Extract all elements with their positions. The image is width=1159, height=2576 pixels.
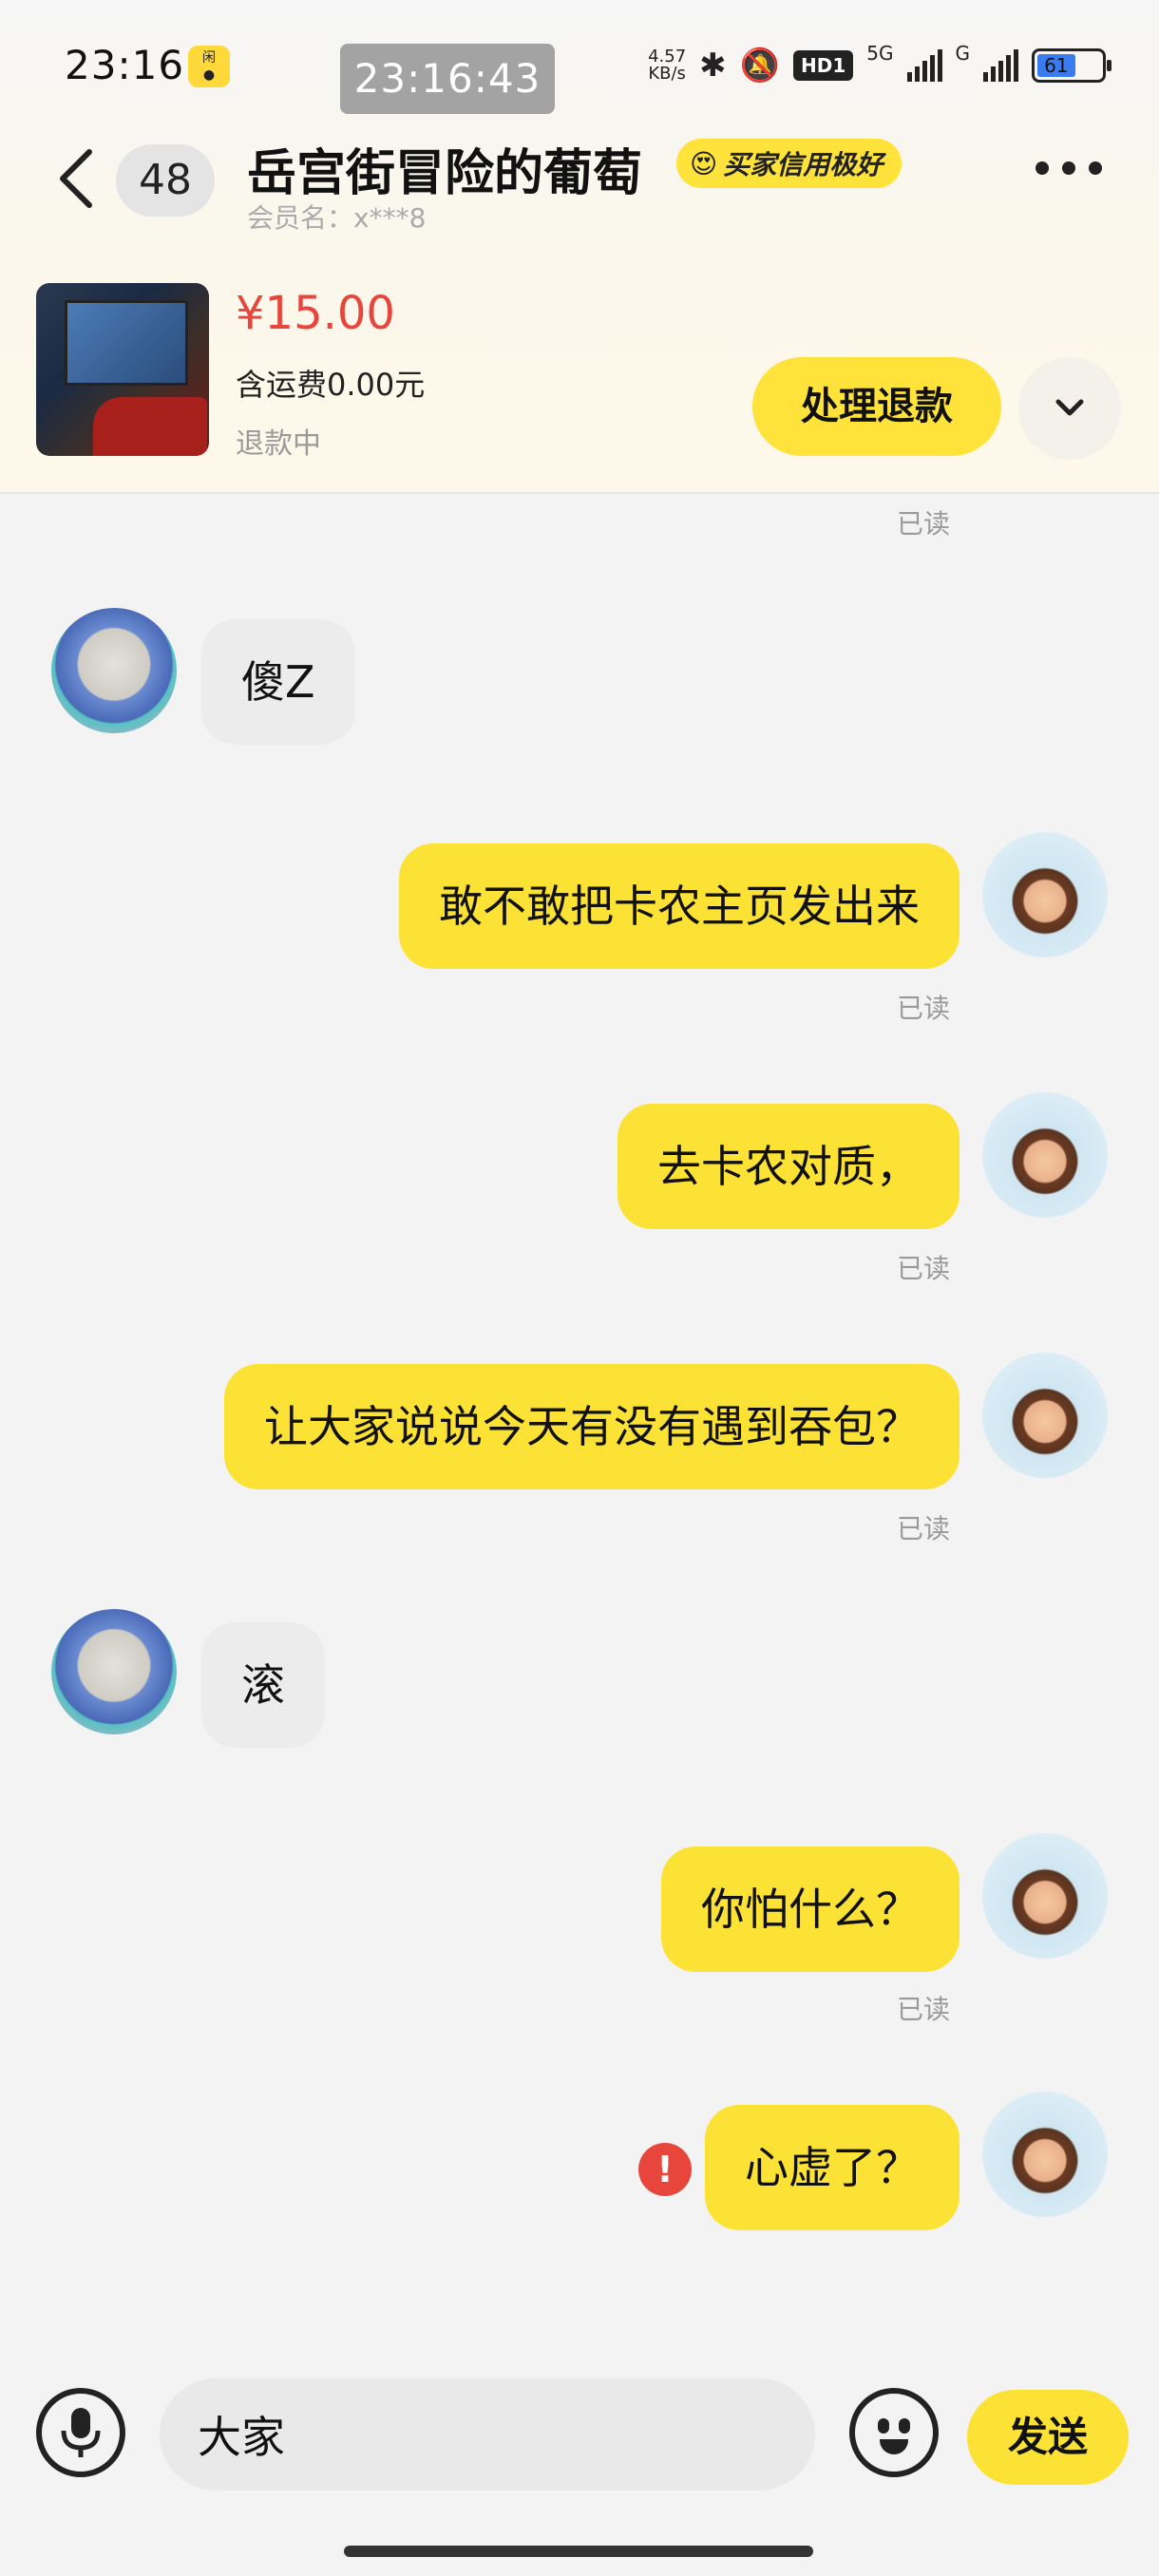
read-receipt: 已读 [897,993,951,1024]
voice-input-button[interactable] [36,2388,125,2477]
credit-badge-label: 买家信用极好 [723,149,884,180]
peer-name: 岳宫街冒险的葡萄 [247,145,643,202]
message-bubble[interactable]: 滚 [201,1622,325,1748]
signal-icon [906,49,942,82]
member-name: 会员名：x***8 [247,202,427,234]
hd-badge: HD1 [793,50,854,81]
mute-icon: 🔕 [739,47,780,85]
message-bubble[interactable]: 去卡农对质， [618,1104,960,1229]
status-icons: 4.57 KB/s ✱ 🔕 HD1 5G G 61 [648,42,1112,89]
network-speed: 4.57 KB/s [648,47,687,84]
self-avatar[interactable] [982,2092,1108,2217]
expand-order-button[interactable] [1018,357,1121,460]
more-icon-dot [1062,161,1075,175]
battery-icon: 61 [1032,48,1112,83]
message-bubble[interactable]: 傻Z [201,619,355,745]
order-shipping: 含运费0.00元 [236,367,426,403]
bluetooth-icon: ✱ [699,47,727,85]
more-icon-dot [1089,161,1102,175]
status-time: 23:16 [65,42,185,88]
error-icon[interactable]: ! [638,2143,692,2196]
battery-level: 61 [1037,54,1075,77]
read-receipt: 已读 [897,508,951,540]
microphone-icon [61,2408,101,2457]
signal-label-5g: 5G [866,42,894,65]
signal-icon-2 [983,49,1018,82]
product-thumbnail[interactable] [36,283,209,456]
clock-overlay: 23:16:43 [340,44,555,114]
message-bubble[interactable]: 让大家说说今天有没有遇到吞包？ [224,1364,960,1489]
order-status: 退款中 [236,427,321,461]
read-receipt: 已读 [897,1513,951,1544]
heart-eyes-icon: 😍 [690,147,718,180]
self-avatar[interactable] [982,832,1108,957]
home-indicator[interactable] [344,2546,813,2557]
message-bubble[interactable]: 你怕什么？ [661,1847,960,1972]
chevron-down-icon [1055,399,1084,416]
read-receipt: 已读 [897,1253,951,1284]
message-bubble[interactable]: 心虚了？ [705,2105,960,2230]
order-price: ¥15.00 [236,287,395,340]
more-button[interactable] [1036,161,1102,175]
self-avatar[interactable] [982,1353,1108,1478]
self-avatar[interactable] [982,1833,1108,1959]
peer-avatar[interactable] [51,608,177,733]
status-bar: 23:16 闲 ● 23:16:43 4.57 KB/s ✱ 🔕 HD1 5G G… [0,0,1159,123]
unread-count-badge[interactable]: 48 [116,144,215,217]
message-input[interactable] [160,2378,815,2491]
send-button[interactable]: 发送 [967,2390,1129,2485]
credit-badge: 😍 买家信用极好 [676,139,902,188]
read-receipt: 已读 [897,1994,951,2025]
process-refund-button[interactable]: 处理退款 [752,357,1001,456]
back-button[interactable] [49,141,106,217]
back-icon [60,149,92,208]
emoji-button[interactable] [849,2388,939,2477]
message-bubble[interactable]: 敢不敢把卡农主页发出来 [399,843,960,969]
more-icon-dot [1036,161,1049,175]
signal-label-g: G [955,42,971,65]
self-avatar[interactable] [982,1092,1108,1218]
peer-avatar[interactable] [51,1609,177,1734]
app-notification-icon: 闲 ● [188,46,230,87]
